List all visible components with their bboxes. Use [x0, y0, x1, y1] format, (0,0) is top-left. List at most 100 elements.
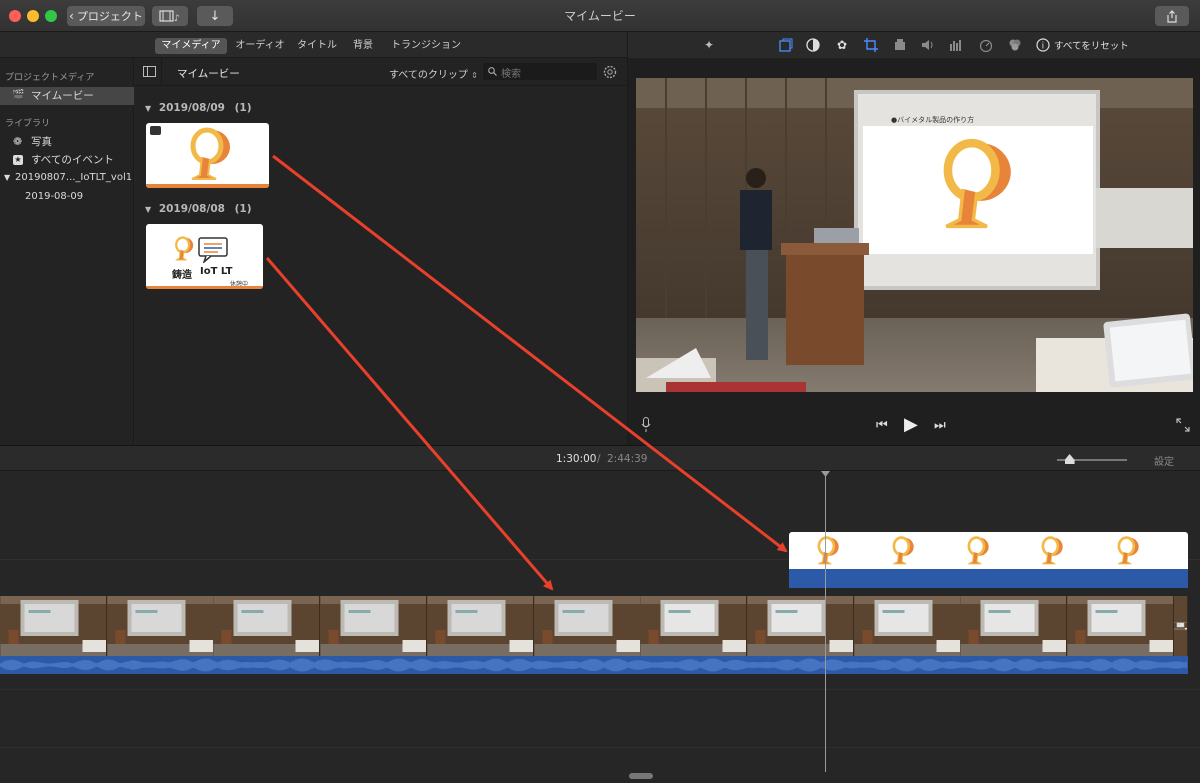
filmstrip-frame	[640, 596, 747, 656]
skip-back-icon[interactable]: ⏮	[876, 418, 888, 433]
fullscreen-icon[interactable]	[1176, 418, 1190, 432]
search-icon	[488, 67, 497, 76]
equalizer-icon[interactable]	[949, 38, 963, 52]
film-music-icon: ♪	[159, 10, 180, 22]
video-frame-image: ●バイメタル製品の作り方	[636, 78, 1193, 392]
chevron-left-icon: ‹	[69, 9, 74, 23]
filmstrip-frame	[534, 596, 641, 656]
zoom-slider-knob[interactable]	[1064, 454, 1075, 464]
tab-transitions[interactable]: トランジション	[388, 38, 464, 54]
filmstrip-frame	[854, 596, 961, 656]
sidebar-item-all-events[interactable]: ★ すべてのイベント	[0, 151, 134, 169]
date-group-header[interactable]: ▼ 2019/08/09 (1)	[145, 102, 252, 114]
clip-thumbnail[interactable]: 鋳造 IoT LT 休憩中	[146, 224, 263, 289]
arrow-down-icon: ↓	[209, 8, 221, 24]
total-duration: 2:44:39	[607, 453, 648, 465]
disclosure-triangle-icon: ▼	[145, 104, 152, 113]
timeline-settings-button[interactable]: 設定	[1154, 453, 1174, 468]
overlay-frame-thumbnail	[965, 536, 991, 570]
tab-audio[interactable]: オーディオ	[232, 38, 288, 54]
svg-text:i: i	[1042, 42, 1045, 52]
crop-icon[interactable]	[864, 38, 878, 52]
volume-icon[interactable]	[921, 38, 935, 52]
microphone-icon[interactable]	[641, 417, 651, 433]
tab-titles[interactable]: タイトル	[294, 38, 340, 54]
filmstrip-frame	[213, 596, 320, 656]
media-tabs-bar: マイメディア オーディオ タイトル 背景 トランジション	[0, 32, 627, 58]
media-library-toggle-button[interactable]: ♪	[152, 6, 188, 26]
resize-grip[interactable]	[629, 773, 653, 779]
minimize-window-button[interactable]	[27, 10, 39, 22]
stabilization-camera-icon[interactable]	[893, 38, 907, 52]
sidebar-item-event-date[interactable]: 2019-08-09	[0, 188, 134, 206]
logo-image	[175, 236, 194, 261]
tab-my-media[interactable]: マイメディア	[155, 38, 227, 54]
share-icon	[1167, 9, 1177, 23]
updown-chevron-icon: ⇕	[471, 71, 478, 80]
svg-text:●バイメタル製品の作り方: ●バイメタル製品の作り方	[891, 115, 974, 124]
logo-image	[190, 127, 230, 180]
filmstrip-frame	[1174, 596, 1188, 656]
speed-gauge-icon[interactable]	[979, 38, 993, 53]
title-bar: ‹ プロジェクト ♪ ↓ マイムービー	[0, 0, 1200, 32]
overlay-frame-thumbnail	[1115, 536, 1141, 570]
gear-icon[interactable]	[603, 65, 617, 79]
current-time: 1:30:00	[556, 453, 597, 465]
video-overlay-icon[interactable]	[779, 38, 793, 52]
photos-icon: ❁	[13, 135, 23, 148]
viewer-pane: ●バイメタル製品の作り方 ⏮ ▶ ⏭	[627, 58, 1200, 445]
filmstrip-frame	[0, 596, 107, 656]
magic-wand-icon[interactable]: ✦	[702, 38, 716, 52]
tab-backgrounds[interactable]: 背景	[348, 38, 378, 54]
star-icon: ★	[13, 155, 23, 165]
filmstrip-frame	[747, 596, 854, 656]
overlay-frame-thumbnail	[890, 536, 916, 570]
project-media-heading: プロジェクトメディア	[5, 73, 95, 83]
overlay-clip[interactable]	[789, 532, 1188, 569]
clip-filter-select[interactable]: すべてのクリップ ⇕	[389, 66, 478, 81]
color-palette-icon[interactable]: ✿	[835, 38, 849, 52]
zoom-slider[interactable]	[1057, 454, 1127, 464]
zoom-window-button[interactable]	[45, 10, 57, 22]
back-to-projects-button[interactable]: ‹ プロジェクト	[67, 6, 145, 26]
overlay-frame-thumbnail	[815, 536, 841, 570]
filmstrip-frame	[1067, 596, 1174, 656]
sidebar-toggle-icon[interactable]	[143, 66, 156, 77]
info-icon[interactable]: i	[1036, 38, 1050, 52]
date-group-header[interactable]: ▼ 2019/08/08 (1)	[145, 203, 252, 215]
filter-circles-icon[interactable]	[1008, 38, 1022, 52]
filmstrip-frame	[107, 596, 214, 656]
close-window-button[interactable]	[9, 10, 21, 22]
timeline-header: 1:30:00 / 2:44:39 設定	[0, 445, 1200, 471]
video-preview[interactable]: ●バイメタル製品の作り方	[636, 78, 1193, 392]
media-browser: マイムービー すべてのクリップ ⇕ 検索 ▼ 2019/08/09 (1) ▼ …	[135, 58, 627, 445]
camera-icon	[150, 126, 161, 135]
reset-all-button[interactable]: すべてをリセット	[1054, 38, 1129, 52]
share-button[interactable]	[1155, 6, 1189, 26]
play-icon[interactable]: ▶	[904, 414, 918, 435]
playhead[interactable]	[825, 472, 826, 772]
clip-thumbnail[interactable]	[146, 123, 269, 188]
speech-bubble-icon	[198, 237, 228, 263]
browser-title: マイムービー	[177, 68, 240, 80]
skip-forward-icon[interactable]: ⏭	[934, 418, 946, 433]
disclosure-triangle-icon: ▼	[145, 205, 152, 214]
library-sidebar: プロジェクトメディア 🎬 マイムービー ライブラリ ❁ 写真 ★ すべてのイベン…	[0, 58, 134, 445]
filmstrip-frame	[427, 596, 534, 656]
svg-text:♪: ♪	[174, 14, 180, 22]
color-balance-icon[interactable]	[806, 38, 820, 52]
sidebar-item-my-movie[interactable]: 🎬 マイムービー	[0, 87, 134, 105]
adjustment-toolbar: ✦ ✿ i すべてをリセット	[627, 32, 1200, 58]
main-clip-audio-waveform[interactable]	[0, 656, 1188, 674]
overlay-frame-thumbnail	[1039, 536, 1065, 570]
sidebar-item-event[interactable]: ▼ 20190807..._IoTLT_vol1	[0, 169, 134, 187]
import-button[interactable]: ↓	[197, 6, 233, 26]
search-input: 検索	[501, 69, 521, 80]
search-field[interactable]: 検索	[483, 63, 597, 80]
disclosure-triangle-icon: ▼	[4, 173, 11, 182]
sidebar-item-photos[interactable]: ❁ 写真	[0, 133, 134, 151]
overlay-clip-audio[interactable]	[789, 569, 1188, 588]
filmstrip-frame	[320, 596, 427, 656]
clapperboard-icon: 🎬	[12, 90, 25, 101]
browser-header: マイムービー すべてのクリップ ⇕ 検索	[135, 58, 627, 86]
